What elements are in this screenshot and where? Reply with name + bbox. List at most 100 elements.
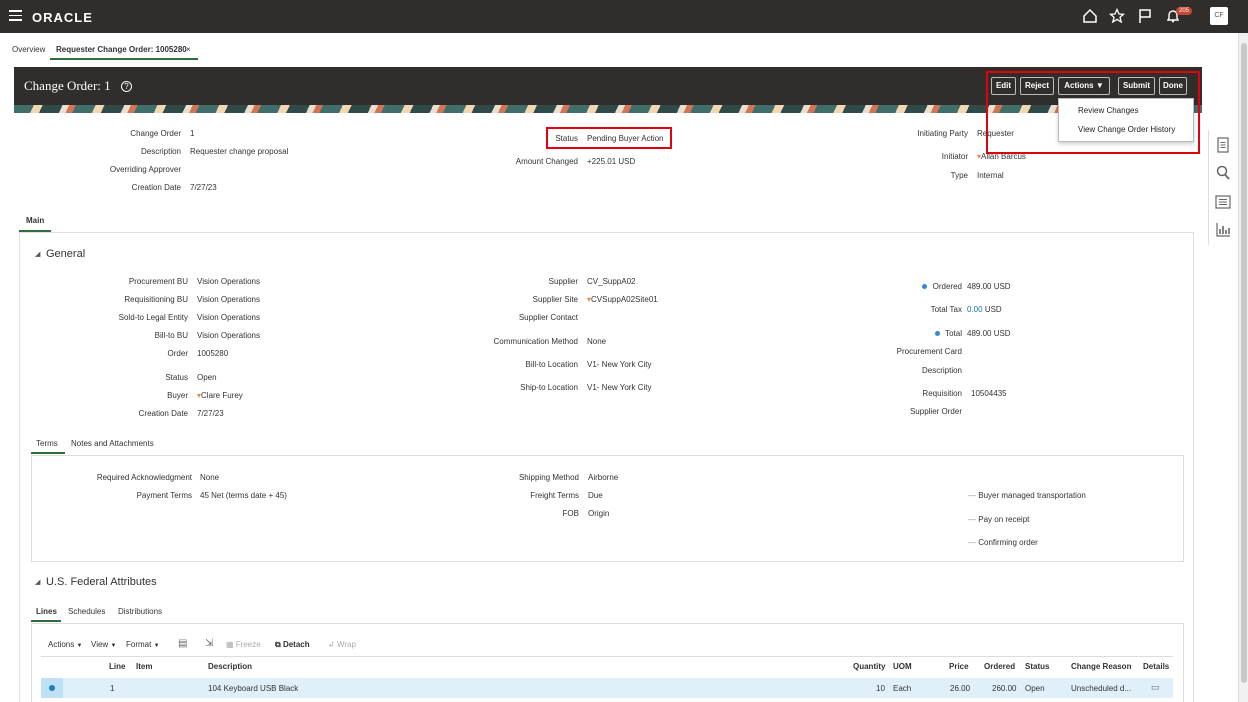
supplier-label: Supplier — [548, 277, 578, 286]
cell-uom: Each — [893, 684, 912, 693]
shipping-method-value: Airborne — [588, 473, 619, 482]
total-value: 489.00 USD — [967, 329, 1011, 338]
col-header-status[interactable]: Status — [1025, 662, 1049, 671]
tab-change-order[interactable]: Requester Change Order: 1005280 — [56, 45, 187, 54]
chevron-down-icon: ▼ — [110, 643, 117, 649]
col-header-quantity[interactable]: Quantity — [853, 662, 885, 671]
order-value: 1005280 — [197, 349, 229, 358]
communication-method-value: None — [587, 337, 607, 346]
view-label: View — [91, 640, 109, 649]
type-label: Type — [950, 171, 968, 180]
list-icon[interactable] — [1214, 193, 1232, 211]
bill-to-bu-label: Bill-to BU — [154, 331, 188, 340]
freight-terms-label: Freight Terms — [530, 491, 579, 500]
highlight-box-status — [546, 127, 672, 149]
federal-section-title[interactable]: U.S. Federal Attributes — [46, 576, 157, 588]
required-ack-value: None — [200, 473, 220, 482]
wrap-button[interactable]: ↲ Wrap — [328, 640, 356, 649]
cell-ordered: 260.00 — [992, 684, 1017, 693]
total-tax-link[interactable]: 0.00 — [967, 305, 983, 314]
cell-description-link[interactable]: 104 Keyboard USB Black — [208, 684, 298, 693]
col-header-details[interactable]: Details — [1143, 662, 1169, 671]
collapse-triangle-icon[interactable]: ◢ — [35, 250, 40, 258]
tab-overview[interactable]: Overview — [12, 45, 45, 54]
tab-distributions[interactable]: Distributions — [118, 607, 162, 616]
col-header-line[interactable]: Line — [109, 662, 125, 671]
buyer-managed-transport: — Buyer managed transportation — [968, 491, 1086, 500]
search-icon[interactable] — [1214, 164, 1232, 182]
col-header-ordered[interactable]: Ordered — [984, 662, 1015, 671]
view-menu[interactable]: View ▼ — [91, 640, 116, 649]
requisitioning-bu-label: Requisitioning BU — [124, 295, 188, 304]
sold-to-value: Vision Operations — [197, 313, 260, 322]
tab-lines[interactable]: Lines — [36, 607, 57, 616]
export-icon[interactable]: ⇲ — [205, 638, 213, 649]
supplier-contact-label: Supplier Contact — [518, 313, 578, 322]
pay-on-receipt-text: Pay on receipt — [978, 515, 1030, 524]
initiator-name: Allan Barcus — [981, 152, 1026, 161]
menu-icon[interactable] — [9, 10, 22, 21]
pay-on-receipt: — Pay on receipt — [968, 515, 1029, 524]
buyer-managed-transport-text: Buyer managed transportation — [978, 491, 1086, 500]
columns-icon[interactable]: ▤ — [178, 638, 187, 649]
total-tax-value: 0.00 USD — [967, 305, 1002, 314]
freeze-icon: ▦ — [226, 640, 234, 649]
general-section-title[interactable]: General — [46, 248, 85, 260]
collapse-triangle-icon[interactable]: ◢ — [35, 578, 40, 586]
supplier-value: CV_SuppA02 — [587, 277, 636, 286]
home-icon[interactable] — [1082, 8, 1098, 24]
close-tab-icon[interactable]: × — [186, 45, 191, 54]
user-avatar[interactable]: CF — [1210, 7, 1228, 25]
col-header-change-reason[interactable]: Change Reason — [1071, 662, 1131, 671]
document-icon[interactable] — [1214, 136, 1232, 154]
supplier-site-value: ▾CVSuppA02Site01 — [587, 295, 658, 304]
procurement-bu-label: Procurement BU — [128, 277, 188, 286]
page-scrollbar[interactable] — [1238, 33, 1248, 702]
procurement-card-label: Procurement Card — [896, 347, 962, 356]
global-header: ORACLE 205 CF — [0, 0, 1248, 33]
details-icon[interactable]: ▭ — [1151, 682, 1160, 693]
flag-icon[interactable] — [1137, 8, 1153, 24]
sold-to-label: Sold-to Legal Entity — [118, 313, 188, 322]
format-menu[interactable]: Format ▼ — [126, 640, 160, 649]
initiator-value: ▾Allan Barcus — [977, 152, 1026, 161]
tab-notes-attachments[interactable]: Notes and Attachments — [71, 439, 154, 448]
ship-to-location-link[interactable]: V1- New York City — [587, 383, 651, 392]
freeze-button[interactable]: ▦ Freeze — [226, 640, 261, 649]
supplier-site-label: Supplier Site — [532, 295, 578, 304]
unchecked-dash-icon: — — [968, 515, 976, 524]
freeze-label: Freeze — [235, 640, 261, 649]
col-header-description[interactable]: Description — [208, 662, 252, 671]
tab-main[interactable]: Main — [26, 216, 44, 225]
col-header-price[interactable]: Price — [949, 662, 969, 671]
buyer-value: ▾Clare Furey — [197, 391, 243, 400]
tab-terms[interactable]: Terms — [36, 439, 58, 448]
detach-label: Detach — [282, 640, 310, 649]
bill-to-location-link[interactable]: V1- New York City — [587, 360, 651, 369]
change-order-value: 1 — [190, 129, 195, 138]
table-actions-menu[interactable]: Actions ▼ — [48, 640, 82, 649]
amount-changed-label: Amount Changed — [515, 157, 578, 166]
toolbar-divider — [41, 656, 1173, 657]
requisition-label: Requisition — [922, 389, 962, 398]
order-status-link[interactable]: Open — [197, 373, 217, 382]
change-order-label: Change Order — [130, 129, 181, 138]
procurement-bu-value: Vision Operations — [197, 277, 260, 286]
detach-icon: ⧉ — [275, 640, 281, 649]
freight-terms-value: Due — [588, 491, 603, 500]
confirming-order-text: Confirming order — [978, 538, 1038, 547]
oracle-logo[interactable]: ORACLE — [32, 10, 93, 25]
chevron-down-icon: ▼ — [76, 643, 83, 649]
favorites-star-icon[interactable] — [1109, 8, 1125, 24]
active-tab-indicator — [50, 58, 198, 60]
help-icon[interactable]: ? — [121, 81, 132, 92]
requisition-link[interactable]: 10504435 — [971, 389, 1007, 398]
col-header-item[interactable]: Item — [136, 662, 152, 671]
tab-schedules[interactable]: Schedules — [68, 607, 105, 616]
detach-button[interactable]: ⧉ Detach — [275, 640, 310, 650]
creation-date-value: 7/27/23 — [190, 183, 217, 192]
unchecked-dash-icon: — — [968, 491, 976, 500]
scrollbar-thumb[interactable] — [1241, 43, 1247, 683]
col-header-uom[interactable]: UOM — [893, 662, 912, 671]
analytics-chart-icon[interactable] — [1214, 221, 1232, 239]
